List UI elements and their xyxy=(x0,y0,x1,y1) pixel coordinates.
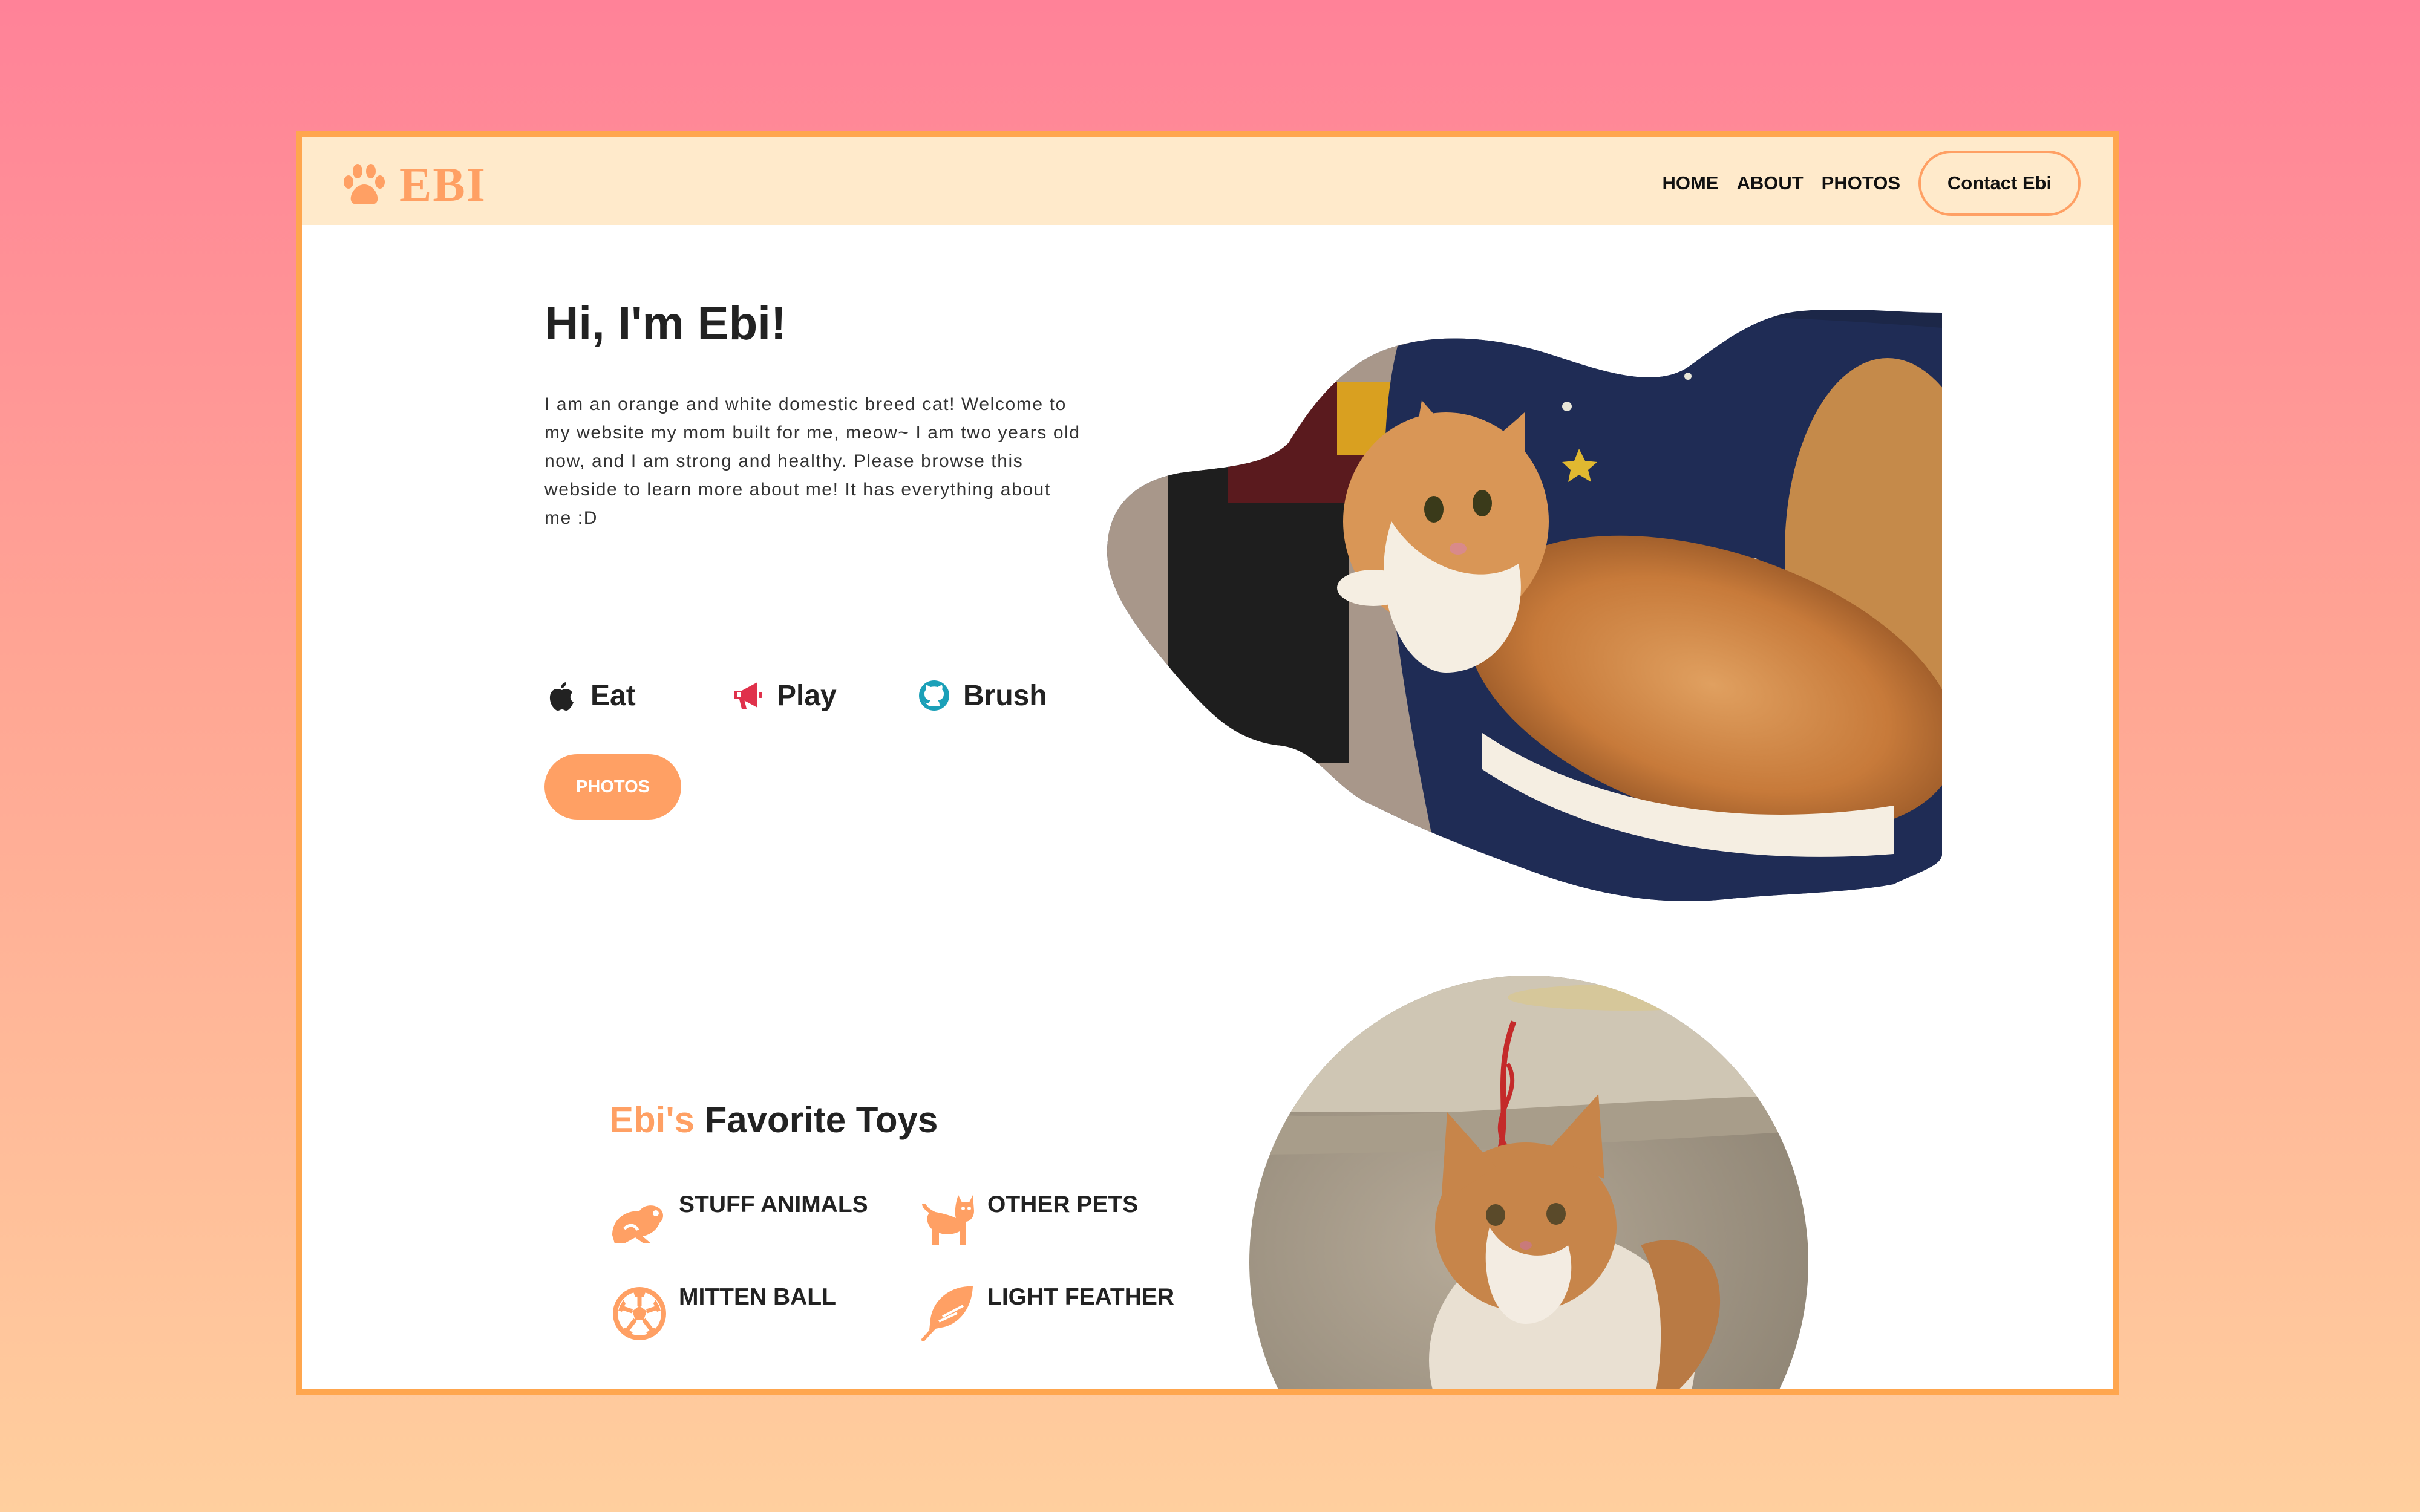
frog-icon xyxy=(612,1205,663,1243)
megaphone-icon xyxy=(734,682,762,709)
cat-icon xyxy=(922,1195,974,1245)
website-frame: EBI HOME ABOUT PHOTOS Contact Ebi Hi, I'… xyxy=(296,131,2119,1395)
soccer-ball-icon xyxy=(613,1287,666,1340)
photos-button[interactable]: PHOTOS xyxy=(544,754,681,820)
activity-brush-label: Brush xyxy=(963,679,1047,712)
toys-section-title: Ebi's Favorite Toys xyxy=(609,1099,938,1141)
navbar: EBI HOME ABOUT PHOTOS Contact Ebi xyxy=(302,137,2113,225)
toy-other-pets-label: OTHER PETS xyxy=(987,1191,1139,1217)
toy-item-mitten-ball: MITTEN BALL xyxy=(606,1279,836,1346)
activity-list: Eat Play Brush xyxy=(544,679,1104,712)
github-icon xyxy=(919,680,949,711)
toy-mitten-ball-label: MITTEN BALL xyxy=(679,1284,836,1310)
paw-icon xyxy=(344,163,385,204)
toy-item-stuff-animals: STUFF ANIMALS xyxy=(606,1187,868,1253)
toy-light-feather-label: LIGHT FEATHER xyxy=(987,1284,1175,1310)
cat-photo-toys xyxy=(1249,976,1808,1389)
activity-brush: Brush xyxy=(917,679,1104,712)
toys-title-rest: Favorite Toys xyxy=(694,1100,938,1140)
activity-play-label: Play xyxy=(777,679,837,712)
cat-photo-hero xyxy=(1107,310,1942,902)
feather-icon xyxy=(921,1286,973,1341)
nav-photos-link[interactable]: PHOTOS xyxy=(1822,172,1900,194)
contact-button[interactable]: Contact Ebi xyxy=(1918,151,2081,216)
toy-stuff-animals-label: STUFF ANIMALS xyxy=(679,1191,868,1217)
toy-item-light-feather: LIGHT FEATHER xyxy=(915,1279,1174,1346)
activity-play: Play xyxy=(731,679,917,712)
nav-about-link[interactable]: ABOUT xyxy=(1736,172,1803,194)
apple-icon xyxy=(549,682,574,711)
toys-title-accent: Ebi's xyxy=(609,1100,695,1140)
nav-home-link[interactable]: HOME xyxy=(1662,172,1718,194)
hero-title: Hi, I'm Ebi! xyxy=(544,296,786,350)
brand-name: EBI xyxy=(399,158,486,212)
brand-logo[interactable]: EBI xyxy=(340,158,486,213)
activity-eat-label: Eat xyxy=(590,679,636,712)
hero-description: I am an orange and white domestic breed … xyxy=(544,394,1081,528)
activity-eat: Eat xyxy=(544,679,731,712)
toy-item-other-pets: OTHER PETS xyxy=(915,1187,1138,1253)
nav-menu: HOME ABOUT PHOTOS Contact Ebi xyxy=(1644,151,2081,216)
